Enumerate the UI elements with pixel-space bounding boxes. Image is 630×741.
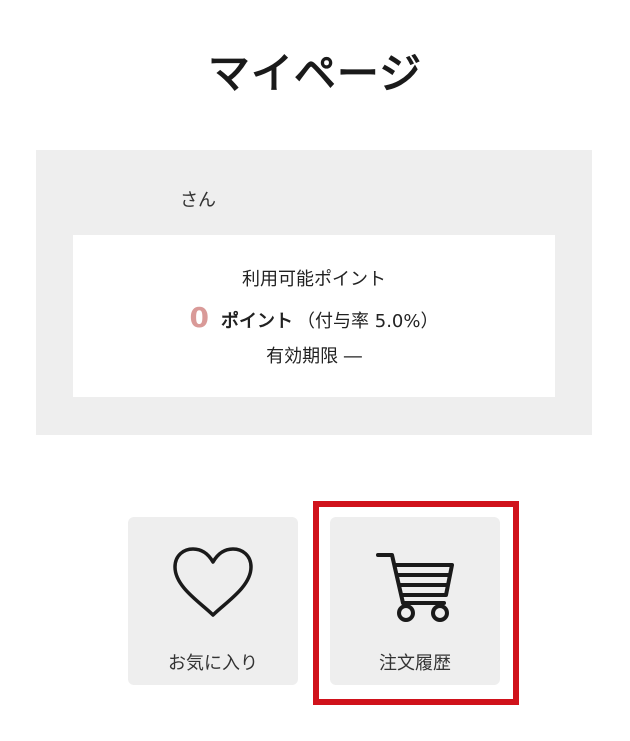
favorites-button[interactable]: お気に入り	[128, 517, 298, 685]
points-unit: ポイント	[221, 311, 294, 332]
order-history-button[interactable]: 注文履歴	[330, 517, 500, 685]
points-expiry: 有効期限 ―	[266, 346, 362, 367]
order-history-label: 注文履歴	[379, 653, 451, 674]
points-row: 0 ポイント （付与率 5.0%）	[73, 301, 555, 334]
favorites-label: お気に入り	[168, 653, 258, 674]
points-value: 0	[189, 301, 210, 334]
points-rate: （付与率 5.0%）	[297, 311, 439, 332]
points-label: 利用可能ポイント	[242, 269, 386, 290]
member-name-suffix: さん	[180, 190, 216, 211]
points-card: 利用可能ポイント 0 ポイント （付与率 5.0%） 有効期限 ―	[73, 235, 555, 397]
cart-icon	[370, 545, 460, 629]
member-panel: さん 利用可能ポイント 0 ポイント （付与率 5.0%） 有効期限 ―	[36, 150, 592, 435]
heart-icon	[171, 545, 255, 625]
page-title: マイページ	[207, 49, 423, 98]
